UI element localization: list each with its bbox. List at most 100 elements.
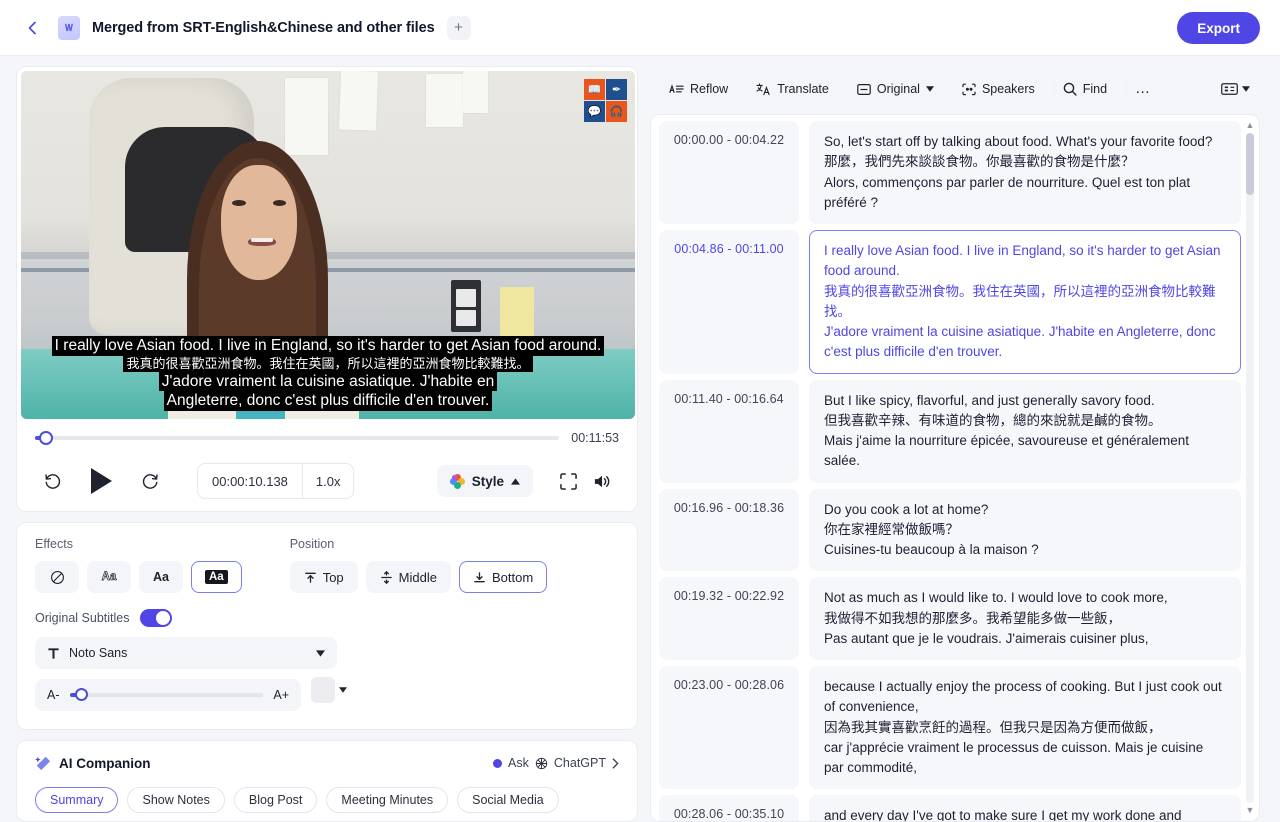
wall-paper: [285, 77, 328, 155]
tab-blog-post[interactable]: Blog Post: [233, 787, 318, 813]
person-face: [220, 164, 298, 280]
transcript-text-en: Do you cook a lot at home?: [824, 501, 989, 517]
rewind-10-icon[interactable]: [35, 464, 69, 498]
position-bottom-button[interactable]: Bottom: [458, 561, 548, 593]
playback-speed-value[interactable]: 1.0x: [301, 464, 354, 498]
play-icon[interactable]: [81, 461, 121, 501]
video-logo-overlay: 📖 ✒ 💬 🎧: [584, 79, 627, 122]
transcript-text[interactable]: Do you cook a lot at home? 你在家裡經常做飯嗎？ Cu…: [809, 488, 1241, 572]
forward-10-icon[interactable]: [133, 464, 167, 498]
scrollbar-track[interactable]: [1246, 133, 1254, 803]
original-subtitles-toggle[interactable]: [139, 609, 172, 627]
transcript-timestamp[interactable]: 00:28.06 - 00:35.10: [659, 795, 799, 821]
ai-companion-header: AI Companion Ask ChatGPT: [35, 755, 619, 771]
effect-outline-button[interactable]: Aa: [87, 561, 131, 593]
transcript-text[interactable]: So, let's start off by talking about foo…: [809, 121, 1241, 224]
transcript-text[interactable]: But I like spicy, flavorful, and just ge…: [809, 379, 1241, 483]
transcript-text-fr: J'adore vraiment la cuisine asiatique. J…: [824, 324, 1220, 360]
speech-bubble-icon: 💬: [584, 101, 605, 122]
transcript-toolbar: Reflow Translate Original Speakers Find …: [650, 66, 1260, 114]
transcript-text-en: But I like spicy, flavorful, and just ge…: [824, 392, 1155, 408]
more-options-button[interactable]: …: [1124, 74, 1162, 104]
tab-show-notes[interactable]: Show Notes: [127, 787, 225, 813]
transcript-row[interactable]: 00:16.96 - 00:18.36 Do you cook a lot at…: [659, 488, 1241, 572]
transcript-text[interactable]: because I actually enjoy the process of …: [809, 666, 1241, 790]
transcript-timestamp[interactable]: 00:23.00 - 00:28.06: [659, 666, 799, 790]
transcript-text[interactable]: and every day I've got to make sure I ge…: [809, 795, 1241, 821]
effects-label: Effects: [35, 537, 73, 551]
chevron-down-icon: [316, 649, 325, 657]
position-group: Position Top Middle Bottom: [289, 537, 548, 593]
original-view-button[interactable]: Original: [845, 74, 945, 104]
font-family-select[interactable]: Noto Sans: [35, 637, 337, 669]
transcript-timestamp[interactable]: 00:16.96 - 00:18.36: [659, 488, 799, 572]
ask-indicator-dot: [493, 758, 503, 768]
volume-icon[interactable]: [585, 464, 619, 498]
video-player[interactable]: 📖 ✒ 💬 🎧 I really love Asian food. I live…: [21, 71, 635, 419]
original-subtitles-row: Original Subtitles: [35, 609, 619, 627]
effect-plain-glyph: Aa: [153, 570, 169, 584]
translate-label: Translate: [777, 82, 829, 96]
speakers-button[interactable]: Speakers: [950, 74, 1046, 104]
chevron-left-icon[interactable]: [22, 17, 44, 39]
add-file-button[interactable]: +: [446, 15, 471, 40]
transcript-row[interactable]: 00:23.00 - 00:28.06 because I actually e…: [659, 666, 1241, 790]
reflow-button[interactable]: Reflow: [658, 74, 740, 104]
transcript-timestamp[interactable]: 00:11.40 - 00:16.64: [659, 379, 799, 483]
more-icon: …: [1135, 80, 1151, 97]
transcript-timestamp[interactable]: 00:04.86 - 00:11.00: [659, 230, 799, 374]
font-size-slider[interactable]: [69, 688, 264, 701]
scroll-down-arrow-icon[interactable]: ▼: [1246, 806, 1255, 815]
ask-chatgpt-link[interactable]: Ask ChatGPT: [493, 756, 619, 770]
position-top-label: Top: [322, 569, 344, 585]
transcript-row[interactable]: 00:28.06 - 00:35.10 and every day I've g…: [659, 795, 1241, 821]
position-middle-button[interactable]: Middle: [365, 561, 451, 593]
font-size-decrease-label[interactable]: A-: [47, 688, 60, 702]
seek-handle[interactable]: [39, 431, 53, 445]
style-button[interactable]: Style: [436, 465, 533, 497]
font-size-handle[interactable]: [74, 688, 88, 701]
transcript-list: 00:00.00 - 00:04.22 So, let's start off …: [650, 114, 1260, 822]
transcript-text-zh: 你在家裡經常做飯嗎？: [824, 521, 959, 537]
position-top-button[interactable]: Top: [289, 561, 358, 593]
tab-social-media[interactable]: Social Media: [457, 787, 559, 813]
fullscreen-icon[interactable]: [551, 464, 585, 498]
font-size-increase-label[interactable]: A+: [273, 688, 289, 702]
transcript-text[interactable]: I really love Asian food. I live in Engl…: [809, 230, 1241, 374]
wall-socket: [450, 279, 482, 332]
transcript-row[interactable]: 00:11.40 - 00:16.64 But I like spicy, fl…: [659, 379, 1241, 483]
layout-view-toggle[interactable]: [1221, 82, 1256, 96]
subtitle-line-zh: 我真的很喜歡亞洲食物。我住在英國，所以這裡的亞洲食物比較難找。: [123, 355, 533, 372]
document-icon: [58, 15, 80, 40]
tab-meeting-minutes[interactable]: Meeting Minutes: [326, 787, 449, 813]
transcript-column: Reflow Translate Original Speakers Find …: [650, 66, 1260, 822]
export-button[interactable]: Export: [1177, 12, 1260, 44]
scrollbar-thumb[interactable]: [1246, 133, 1254, 195]
effect-plain-button[interactable]: Aa: [139, 561, 183, 593]
video-card: 📖 ✒ 💬 🎧 I really love Asian food. I live…: [16, 66, 638, 512]
transcript-row[interactable]: 00:00.00 - 00:04.22 So, let's start off …: [659, 121, 1241, 224]
layout-view-icon: [1221, 82, 1238, 96]
ask-provider-label: ChatGPT: [553, 756, 606, 770]
transcript-text-en: I really love Asian food. I live in Engl…: [824, 243, 1225, 279]
transcript-row[interactable]: 00:19.32 - 00:22.92 Not as much as I wou…: [659, 577, 1241, 660]
seek-bar[interactable]: [35, 431, 560, 445]
transcript-timestamp[interactable]: 00:19.32 - 00:22.92: [659, 577, 799, 660]
tab-summary[interactable]: Summary: [35, 787, 119, 813]
translate-button[interactable]: Translate: [745, 74, 840, 104]
original-view-icon: [857, 83, 871, 96]
effect-boxed-button[interactable]: Aa: [191, 561, 242, 593]
chevron-down-icon: [925, 86, 934, 92]
scroll-up-arrow-icon[interactable]: ▲: [1246, 121, 1255, 130]
transcript-text[interactable]: Not as much as I would like to. I would …: [809, 577, 1241, 660]
effect-none-button[interactable]: [35, 561, 79, 593]
book-icon: 📖: [584, 79, 605, 100]
transcript-timestamp[interactable]: 00:00.00 - 00:04.22: [659, 121, 799, 224]
find-button[interactable]: Find: [1051, 74, 1119, 104]
subtitle-color-swatch[interactable]: [311, 677, 335, 703]
transcript-text-zh: 那麼，我們先來談談食物。你最喜歡的食物是什麼？: [824, 154, 1135, 170]
transcript-row-active[interactable]: 00:04.86 - 00:11.00 I really love Asian …: [659, 230, 1241, 374]
chevron-down-icon[interactable]: [339, 687, 347, 693]
current-time-value[interactable]: 00:00:10.138: [198, 464, 302, 498]
transcript-scrollbar[interactable]: ▲ ▼: [1245, 121, 1255, 815]
